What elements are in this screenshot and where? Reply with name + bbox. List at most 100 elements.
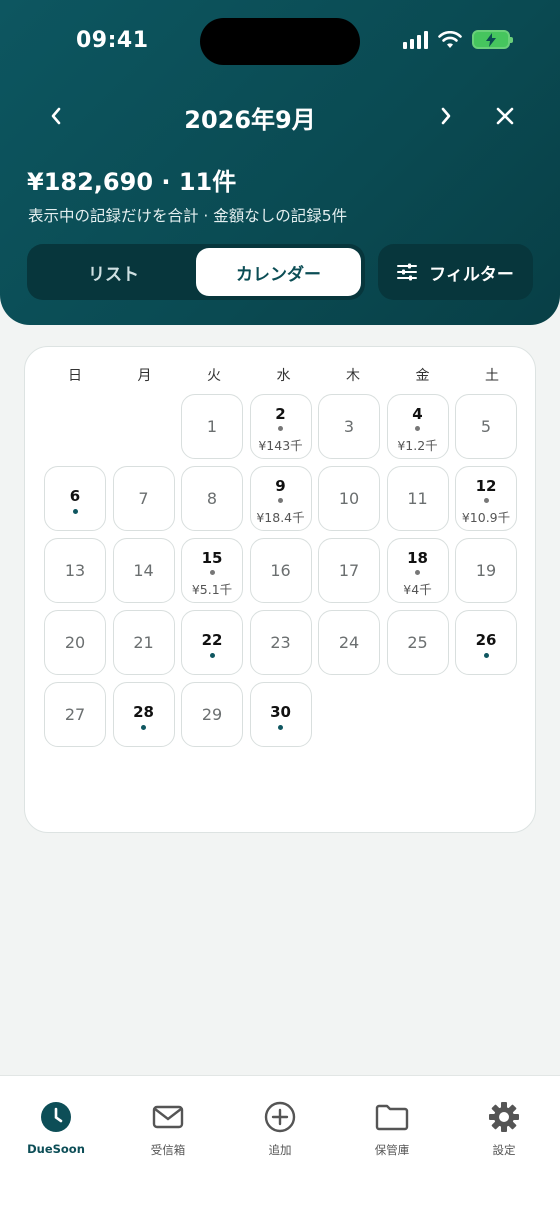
day-cell[interactable]: 11 — [386, 466, 449, 531]
close-button[interactable] — [489, 100, 521, 132]
tab-label: 保管庫 — [374, 1143, 410, 1157]
day-amount: ¥143千 — [258, 438, 303, 453]
status-icons — [403, 30, 513, 49]
plus-circle-icon — [240, 1100, 320, 1134]
day-amount: ¥10.9千 — [461, 510, 511, 525]
weekday-label: 金 — [415, 368, 430, 384]
wifi-icon — [438, 30, 462, 48]
day-amount: ¥1.2千 — [397, 438, 438, 453]
day-cell[interactable]: 1 — [181, 394, 243, 459]
day-number: 15 — [201, 549, 223, 567]
day-cell[interactable]: 17 — [318, 538, 380, 603]
day-cell[interactable]: 7 — [112, 466, 175, 531]
day-cell[interactable]: 9 ¥18.4千 — [249, 466, 312, 531]
calendar-card: 日月火水木金土 1 2 ¥143千 3 4 ¥1.2千 5 6 7 8 9 ¥18.4千 10 11 12 ¥… — [24, 346, 536, 833]
empty-cell — [44, 394, 106, 459]
day-number: 13 — [64, 561, 86, 580]
tab-label: DueSoon — [27, 1142, 85, 1156]
day-cell[interactable]: 24 — [318, 610, 380, 675]
list-view-tab[interactable]: リスト — [31, 248, 196, 296]
day-number: 28 — [133, 703, 154, 721]
day-cell[interactable]: 27 — [44, 682, 106, 747]
day-cell[interactable]: 15 ¥5.1千 — [181, 538, 243, 603]
filter-button[interactable]: フィルター — [378, 244, 533, 300]
tab-label: 受信箱 — [150, 1143, 186, 1157]
record-dot — [141, 725, 146, 730]
gear-icon — [464, 1100, 544, 1134]
day-cell[interactable]: 12 ¥10.9千 — [455, 466, 517, 531]
day-cell[interactable]: 28 — [112, 682, 175, 747]
weekday-label: 日 — [68, 368, 82, 384]
tab-label: 追加 — [268, 1143, 292, 1157]
day-number: 4 — [412, 405, 423, 423]
day-number: 5 — [480, 417, 492, 436]
tab-plus-circle[interactable]: 追加 — [240, 1100, 320, 1158]
day-cell[interactable]: 2 ¥143千 — [249, 394, 312, 459]
day-number: 24 — [338, 633, 360, 652]
day-number: 25 — [407, 633, 428, 652]
day-number: 14 — [133, 561, 154, 580]
record-dot — [278, 498, 283, 503]
weekday-label: 月 — [137, 368, 152, 384]
calendar-grid: 1 2 ¥143千 3 4 ¥1.2千 5 6 7 8 9 ¥18.4千 10 11 12 ¥10.9千 13 1… — [44, 394, 517, 747]
weekday-label: 火 — [207, 368, 221, 384]
signal-icon — [403, 30, 428, 49]
day-cell[interactable]: 5 — [455, 394, 517, 459]
day-number: 29 — [201, 705, 223, 724]
weekday-header: 日月火水木金土 — [44, 365, 518, 385]
day-cell[interactable]: 29 — [181, 682, 243, 747]
day-cell[interactable]: 8 — [181, 466, 243, 531]
empty-cell — [113, 394, 175, 459]
day-number: 6 — [69, 487, 81, 505]
day-number: 18 — [407, 549, 428, 567]
day-cell[interactable]: 26 — [455, 610, 517, 675]
tab-clock[interactable]: DueSoon — [16, 1100, 96, 1156]
day-cell[interactable]: 13 — [44, 538, 106, 603]
day-number: 12 — [475, 477, 497, 495]
day-amount: ¥4千 — [403, 582, 432, 597]
day-cell[interactable]: 18 ¥4千 — [386, 538, 449, 603]
next-month-button[interactable] — [430, 100, 462, 132]
day-cell[interactable]: 4 ¥1.2千 — [386, 394, 449, 459]
weekday-label: 水 — [276, 368, 291, 384]
day-amount: ¥18.4千 — [256, 510, 305, 525]
summary-subtext: 表示中の記録だけを合計 · 金額なしの記録5件 — [28, 207, 348, 225]
record-dot — [483, 498, 489, 503]
day-cell[interactable]: 21 — [112, 610, 175, 675]
day-cell[interactable]: 6 — [44, 466, 106, 531]
day-cell[interactable]: 10 — [318, 466, 380, 531]
day-cell[interactable]: 16 — [249, 538, 312, 603]
day-cell[interactable]: 22 — [181, 610, 243, 675]
mail-icon — [128, 1100, 208, 1134]
close-icon — [496, 107, 514, 125]
day-cell[interactable]: 25 — [386, 610, 449, 675]
screen: 09:41 2026年9月 ¥182,690 · 11件 表示中の記録だけを合計… — [0, 0, 560, 1217]
tab-gear[interactable]: 設定 — [464, 1100, 544, 1158]
tab-bar: DueSoon 受信箱 追加 保管庫 設定 — [0, 1075, 560, 1217]
clock-icon — [16, 1100, 96, 1134]
tab-folder[interactable]: 保管庫 — [352, 1100, 432, 1158]
day-number: 11 — [407, 489, 428, 508]
tab-mail[interactable]: 受信箱 — [128, 1100, 208, 1158]
view-toggle: リスト カレンダー — [27, 244, 365, 300]
day-cell[interactable]: 3 — [318, 394, 380, 459]
calendar-view-tab[interactable]: カレンダー — [196, 248, 361, 296]
record-dot — [415, 570, 420, 575]
record-dot — [209, 653, 215, 658]
day-cell[interactable]: 14 — [112, 538, 175, 603]
day-cell[interactable]: 23 — [249, 610, 312, 675]
day-cell[interactable]: 19 — [455, 538, 517, 603]
day-number: 19 — [475, 561, 497, 580]
month-title: 2026年9月 — [184, 106, 316, 134]
record-dot — [72, 509, 78, 514]
day-number: 27 — [64, 705, 86, 724]
day-cell[interactable]: 30 — [249, 682, 312, 747]
month-nav: 2026年9月 — [0, 96, 560, 136]
filter-label: フィルター — [429, 264, 514, 285]
day-number: 23 — [270, 633, 291, 652]
record-dot — [415, 426, 420, 431]
day-cell[interactable]: 20 — [44, 610, 106, 675]
day-amount: ¥5.1千 — [191, 582, 233, 597]
day-number: 1 — [206, 417, 218, 436]
day-number: 20 — [64, 633, 86, 652]
